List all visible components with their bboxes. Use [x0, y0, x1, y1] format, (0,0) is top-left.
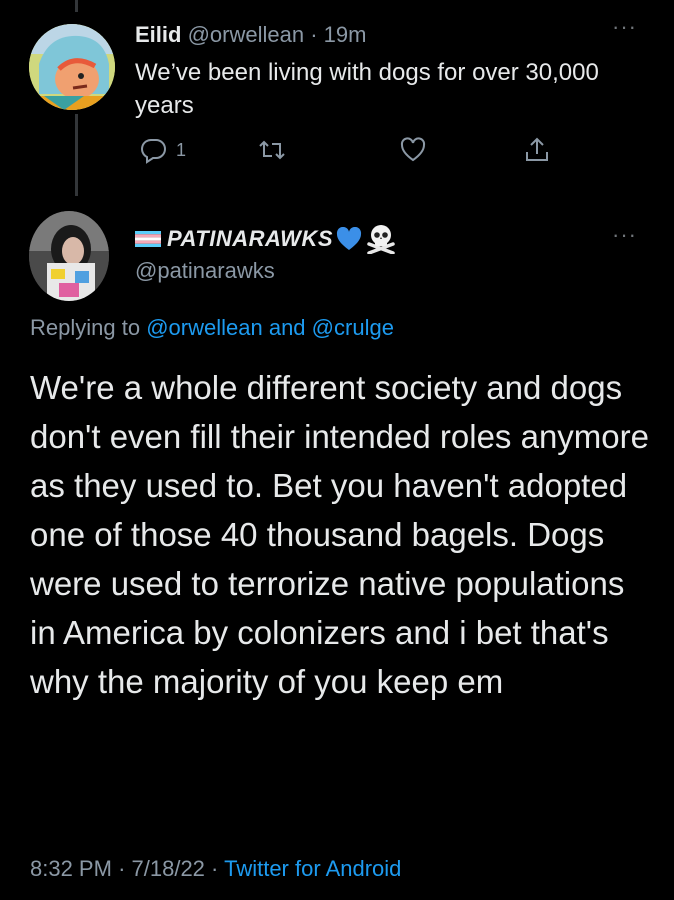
reply-count: 1: [176, 139, 187, 160]
separator: ·: [118, 856, 126, 881]
tweet-time[interactable]: 8:32 PM: [30, 856, 112, 881]
replying-to: Replying to @orwellean and @crulge: [30, 315, 394, 341]
tweet-text: We're a whole different society and dogs…: [30, 369, 649, 700]
like-icon: [400, 137, 426, 162]
retweet-button[interactable]: [258, 135, 286, 165]
like-button[interactable]: [399, 135, 427, 165]
tweet-date[interactable]: 7/18/22: [132, 856, 205, 881]
mention-link[interactable]: @orwellean: [146, 315, 263, 340]
tweet-header: Eilid @orwellean · 19m: [135, 22, 366, 48]
tweet-meta: 8:32 PM · 7/18/22 · Twitter for Android: [30, 856, 401, 882]
timestamp[interactable]: 19m: [324, 22, 367, 47]
user-handle[interactable]: @patinarawks: [135, 258, 275, 284]
reply-icon: [141, 138, 166, 164]
share-button[interactable]: [523, 135, 551, 165]
avatar[interactable]: [29, 24, 115, 110]
mention-link[interactable]: @crulge: [312, 315, 394, 340]
separator: ·: [310, 22, 318, 47]
more-icon[interactable]: ···: [612, 222, 637, 248]
transgender-flag-emoji: [135, 231, 161, 247]
replying-prefix: Replying to: [30, 315, 141, 340]
skull-crossbones-emoji: [367, 225, 395, 254]
tweet-header: PATINARAWKS: [135, 224, 396, 254]
reply-button[interactable]: 1: [140, 135, 186, 165]
avatar[interactable]: [29, 211, 109, 301]
and-word: and: [268, 315, 306, 340]
display-name[interactable]: PATINARAWKS: [167, 226, 333, 252]
thread-line: [75, 114, 78, 196]
blue-heart-emoji: [337, 227, 362, 250]
retweet-icon: [259, 140, 285, 160]
tweet-text: We’ve been living with dogs for over 30,…: [135, 59, 599, 119]
more-icon[interactable]: ···: [612, 14, 637, 40]
user-handle[interactable]: @orwellean: [188, 22, 305, 47]
client-link[interactable]: Twitter for Android: [224, 856, 401, 881]
thread-line-top: [75, 0, 78, 12]
tweet-actions: 1: [135, 135, 575, 165]
separator: ·: [211, 856, 219, 881]
display-name[interactable]: Eilid: [135, 22, 181, 47]
share-icon: [526, 137, 548, 161]
